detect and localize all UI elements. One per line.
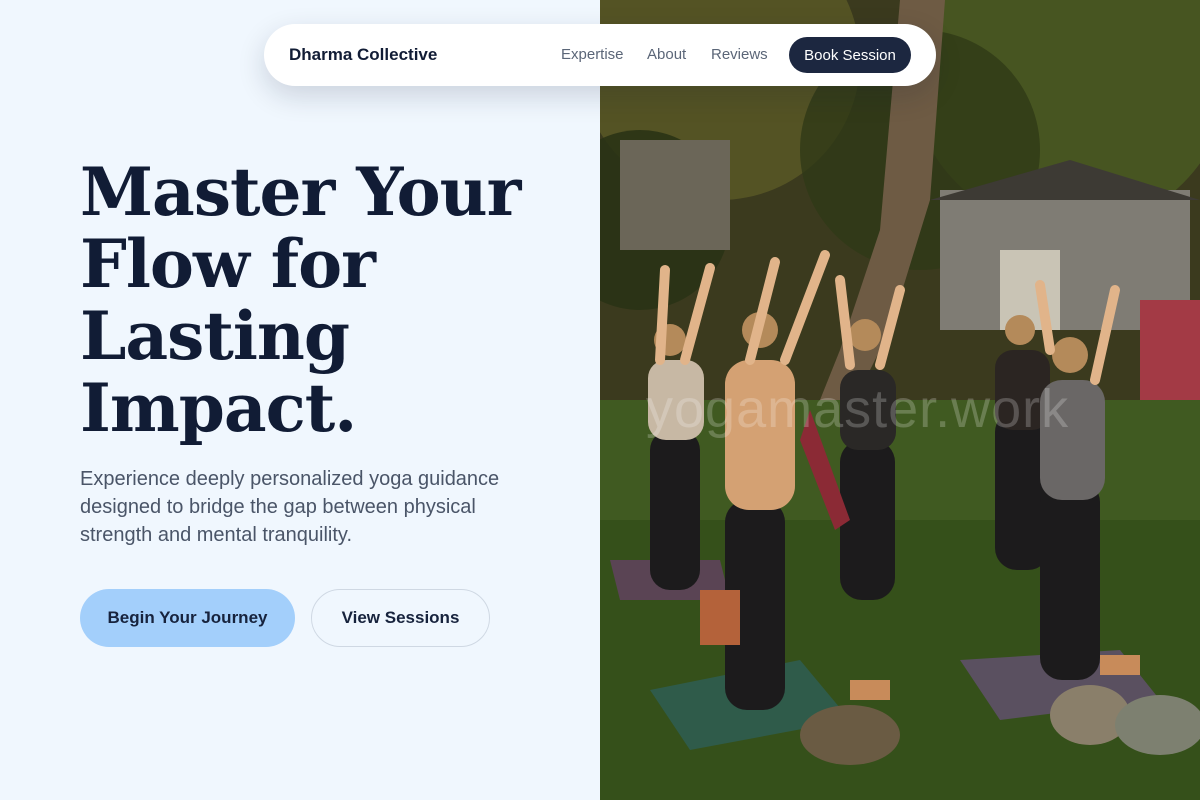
headline-line: Impact. (80, 369, 357, 447)
headline-line: Flow for (80, 225, 376, 303)
hero-section: Master Your Flow for Lasting Impact. Exp… (0, 0, 600, 800)
yoga-class-photo: yogamaster.work (600, 0, 1200, 800)
brand-logo-text[interactable]: Dharma Collective (289, 45, 437, 65)
book-session-button[interactable]: Book Session (789, 37, 911, 73)
begin-journey-button[interactable]: Begin Your Journey (80, 589, 295, 647)
hero-description: Experience deeply personalized yoga guid… (80, 468, 500, 546)
view-sessions-button[interactable]: View Sessions (311, 589, 490, 647)
photo-watermark: yogamaster.work (646, 379, 1070, 439)
headline-line: Master Your (80, 153, 521, 231)
nav-link-about[interactable]: About (647, 46, 686, 63)
top-navigation: Dharma Collective Expertise About Review… (264, 24, 936, 86)
headline-line: Lasting (80, 297, 350, 375)
nav-link-expertise[interactable]: Expertise (561, 46, 624, 63)
nav-link-reviews[interactable]: Reviews (711, 46, 768, 63)
hero-headline: Master Your Flow for Lasting Impact. (80, 156, 580, 444)
